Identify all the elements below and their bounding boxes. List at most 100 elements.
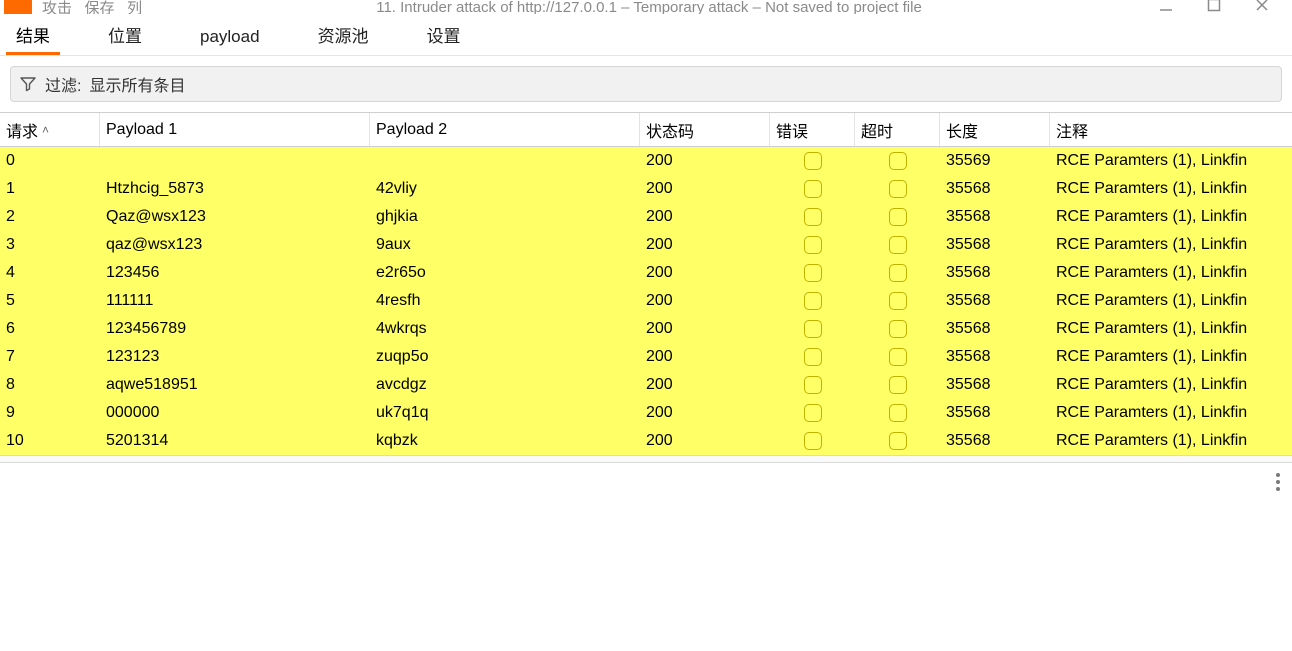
timeout-checkbox[interactable] [889,320,907,338]
timeout-checkbox[interactable] [889,236,907,254]
tab-4[interactable]: 设置 [417,14,471,55]
sort-asc-icon: ˄ [42,123,49,137]
window-close-button[interactable] [1252,0,1272,14]
table-row[interactable]: 9000000uk7q1q20035568RCE Paramters (1), … [0,399,1292,427]
cell-status: 200 [640,432,770,450]
horizontal-splitter[interactable] [0,455,1292,463]
error-checkbox-cell [770,208,855,226]
error-checkbox[interactable] [804,292,822,310]
timeout-checkbox-cell [855,180,940,198]
tab-label: 设置 [427,27,461,46]
timeout-checkbox[interactable] [889,376,907,394]
cell-payload1: 5201314 [100,432,370,450]
column-header-4[interactable]: 错误 [770,113,855,146]
tab-2[interactable]: payload [190,19,270,55]
table-row[interactable]: 105201314kqbzk20035568RCE Paramters (1),… [0,427,1292,455]
cell-status: 200 [640,152,770,170]
column-header-5[interactable]: 超时 [855,113,940,146]
error-checkbox-cell [770,264,855,282]
error-checkbox[interactable] [804,180,822,198]
timeout-checkbox[interactable] [889,180,907,198]
tab-3[interactable]: 资源池 [308,14,379,55]
timeout-checkbox[interactable] [889,348,907,366]
error-checkbox-cell [770,432,855,450]
cell-payload2: avcdgz [370,376,640,394]
filter-icon [19,75,37,93]
error-checkbox-cell [770,404,855,422]
cell-payload1: Qaz@wsx123 [100,208,370,226]
column-header-2[interactable]: Payload 2 [370,113,640,146]
timeout-checkbox[interactable] [889,292,907,310]
cell-request: 4 [0,264,100,282]
error-checkbox[interactable] [804,432,822,450]
error-checkbox[interactable] [804,236,822,254]
cell-status: 200 [640,180,770,198]
column-header-7[interactable]: 注释 [1050,113,1292,146]
column-header-6[interactable]: 长度 [940,113,1050,146]
window-title: 11. Intruder attack of http://127.0.0.1 … [142,0,1156,14]
filter-bar[interactable]: 过滤: 显示所有条目 [10,66,1282,102]
timeout-checkbox[interactable] [889,208,907,226]
tab-label: 位置 [108,27,142,46]
error-checkbox-cell [770,320,855,338]
cell-notes: RCE Paramters (1), Linkfin [1050,320,1292,338]
error-checkbox[interactable] [804,348,822,366]
cell-request: 0 [0,152,100,170]
table-row[interactable]: 1Htzhcig_587342vliy20035568RCE Paramters… [0,175,1292,203]
error-checkbox[interactable] [804,376,822,394]
cell-payload1: 123456 [100,264,370,282]
cell-length: 35568 [940,432,1050,450]
column-header-3[interactable]: 状态码 [640,113,770,146]
app-icon [4,0,32,14]
cell-notes: RCE Paramters (1), Linkfin [1050,292,1292,310]
cell-notes: RCE Paramters (1), Linkfin [1050,180,1292,198]
cell-status: 200 [640,264,770,282]
cell-payload1: qaz@wsx123 [100,236,370,254]
cell-length: 35568 [940,348,1050,366]
timeout-checkbox[interactable] [889,432,907,450]
cell-length: 35568 [940,208,1050,226]
timeout-checkbox[interactable] [889,152,907,170]
error-checkbox-cell [770,376,855,394]
error-checkbox[interactable] [804,264,822,282]
results-table: 请求˄Payload 1Payload 2状态码错误超时长度注释 0 200 355… [0,112,1292,455]
cell-payload2: kqbzk [370,432,640,450]
error-checkbox-cell [770,292,855,310]
error-checkbox[interactable] [804,404,822,422]
filter-value: 显示所有条目 [89,72,185,96]
timeout-checkbox-cell [855,152,940,170]
error-checkbox[interactable] [804,152,822,170]
column-header-1[interactable]: Payload 1 [100,113,370,146]
cell-request: 6 [0,320,100,338]
cell-payload2: uk7q1q [370,404,640,422]
column-header-0[interactable]: 请求˄ [0,113,100,146]
tab-label: 资源池 [318,27,369,46]
timeout-checkbox[interactable] [889,404,907,422]
window-minimize-button[interactable] [1156,0,1176,14]
tab-0[interactable]: 结果 [6,14,60,55]
table-row[interactable]: 2Qaz@wsx123ghjkia20035568RCE Paramters (… [0,203,1292,231]
cell-length: 35568 [940,264,1050,282]
cell-payload2: 4wkrqs [370,320,640,338]
table-row[interactable]: 7123123zuqp5o20035568RCE Paramters (1), … [0,343,1292,371]
tab-label: payload [200,27,260,46]
cell-length: 35568 [940,404,1050,422]
tab-1[interactable]: 位置 [98,14,152,55]
cell-status: 200 [640,292,770,310]
table-row[interactable]: 020035569RCE Paramters (1), Linkfin [0,147,1292,175]
error-checkbox[interactable] [804,208,822,226]
cell-status: 200 [640,320,770,338]
window-maximize-button[interactable] [1204,0,1224,14]
table-row[interactable]: 4123456e2r65o20035568RCE Paramters (1), … [0,259,1292,287]
table-row[interactable]: 3qaz@wsx1239aux20035568RCE Paramters (1)… [0,231,1292,259]
cell-payload1: 123123 [100,348,370,366]
table-row[interactable]: 61234567894wkrqs20035568RCE Paramters (1… [0,315,1292,343]
table-row[interactable]: 51111114resfh20035568RCE Paramters (1), … [0,287,1292,315]
cell-notes: RCE Paramters (1), Linkfin [1050,376,1292,394]
more-menu-button[interactable] [1272,469,1284,495]
cell-payload2: 9aux [370,236,640,254]
table-row[interactable]: 8aqwe518951avcdgz20035568RCE Paramters (… [0,371,1292,399]
error-checkbox[interactable] [804,320,822,338]
timeout-checkbox[interactable] [889,264,907,282]
cell-request: 9 [0,404,100,422]
